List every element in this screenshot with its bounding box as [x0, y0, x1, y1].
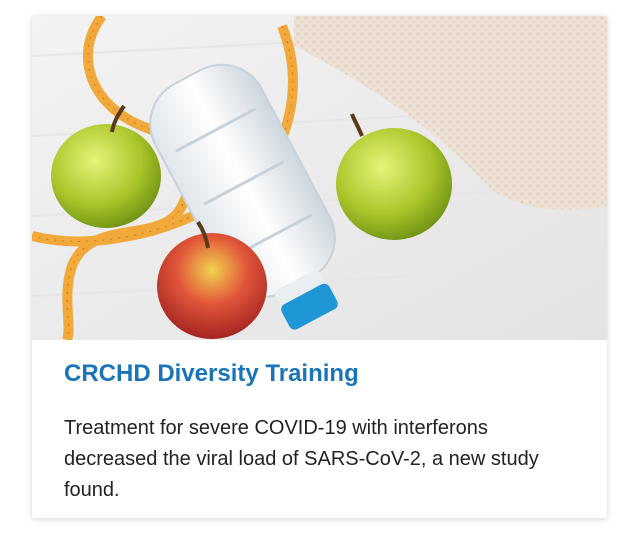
news-card[interactable]: CRCHD Diversity Training Treatment for s… [32, 16, 607, 518]
photo-icon [32, 16, 607, 340]
card-title-link[interactable]: CRCHD Diversity Training [64, 356, 579, 392]
card-description: Treatment for severe COVID-19 with inter… [64, 417, 539, 501]
card-body: CRCHD Diversity Training Treatment for s… [64, 356, 579, 506]
card-image[interactable] [32, 16, 607, 340]
